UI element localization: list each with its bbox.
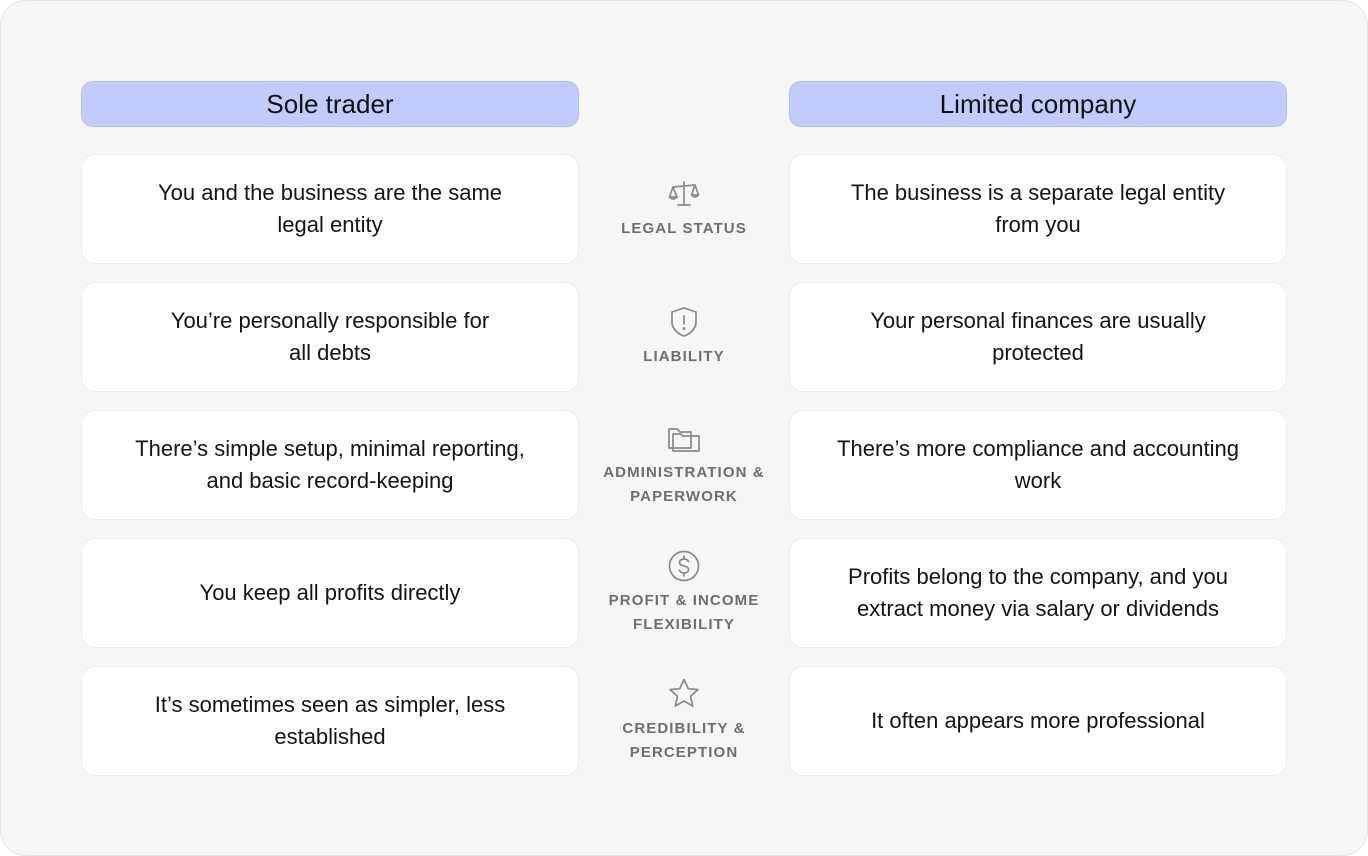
limited-company-legal-status-card: The business is a separate legal entity …	[789, 154, 1287, 264]
limited-company-profit-text: Profits belong to the company, and you e…	[848, 564, 1228, 621]
header-sole-trader: Sole trader	[81, 81, 579, 127]
star-icon	[669, 678, 699, 707]
sole-trader-profit-card: You keep all profits directly	[81, 538, 579, 648]
sole-trader-legal-status-text: You and the business are the same legal …	[157, 180, 503, 237]
category-liability: LIABILITY	[599, 282, 769, 392]
header-limited-company: Limited company	[789, 81, 1287, 127]
category-legal-status: LEGAL STATUS	[599, 154, 769, 264]
limited-company-liability-card: Your personal finances are usually prote…	[789, 282, 1287, 392]
category-label: LEGAL STATUS	[621, 220, 747, 237]
category-label: ADMINISTRATION & PAPERWORK	[603, 464, 765, 505]
shield-alert-icon	[671, 307, 697, 337]
category-label: LIABILITY	[643, 348, 725, 365]
category-administration: ADMINISTRATION & PAPERWORK	[599, 410, 769, 520]
sole-trader-legal-status-card: You and the business are the same legal …	[81, 154, 579, 264]
limited-company-administration-card: There’s more compliance and accounting w…	[789, 410, 1287, 520]
sole-trader-profit-text: You keep all profits directly	[199, 580, 461, 605]
category-label: CREDIBILITY & PERCEPTION	[622, 720, 746, 761]
sole-trader-liability-text: You’re personally responsible for all de…	[170, 308, 490, 365]
limited-company-credibility-card: It often appears more professional	[789, 666, 1287, 776]
scales-icon	[668, 181, 700, 206]
limited-company-legal-status-text: The business is a separate legal entity …	[850, 180, 1226, 237]
limited-company-administration-text: There’s more compliance and accounting w…	[837, 436, 1239, 493]
sole-trader-credibility-text: It’s sometimes seen as simpler, less est…	[154, 692, 506, 749]
sole-trader-administration-card: There’s simple setup, minimal reporting,…	[81, 410, 579, 520]
dollar-circle-icon	[668, 550, 700, 582]
limited-company-profit-card: Profits belong to the company, and you e…	[789, 538, 1287, 648]
category-label: PROFIT & INCOME FLEXIBILITY	[608, 592, 760, 633]
sole-trader-administration-text: There’s simple setup, minimal reporting,…	[135, 436, 525, 493]
sole-trader-credibility-card: It’s sometimes seen as simpler, less est…	[81, 666, 579, 776]
category-profit: PROFIT & INCOME FLEXIBILITY	[599, 538, 769, 648]
limited-company-liability-text: Your personal finances are usually prote…	[870, 308, 1206, 365]
category-credibility: CREDIBILITY & PERCEPTION	[599, 666, 769, 776]
folders-icon	[668, 428, 700, 452]
limited-company-credibility-text: It often appears more professional	[871, 708, 1205, 733]
sole-trader-liability-card: You’re personally responsible for all de…	[81, 282, 579, 392]
comparison-panel: Sole trader Limited company You and the …	[0, 0, 1368, 856]
